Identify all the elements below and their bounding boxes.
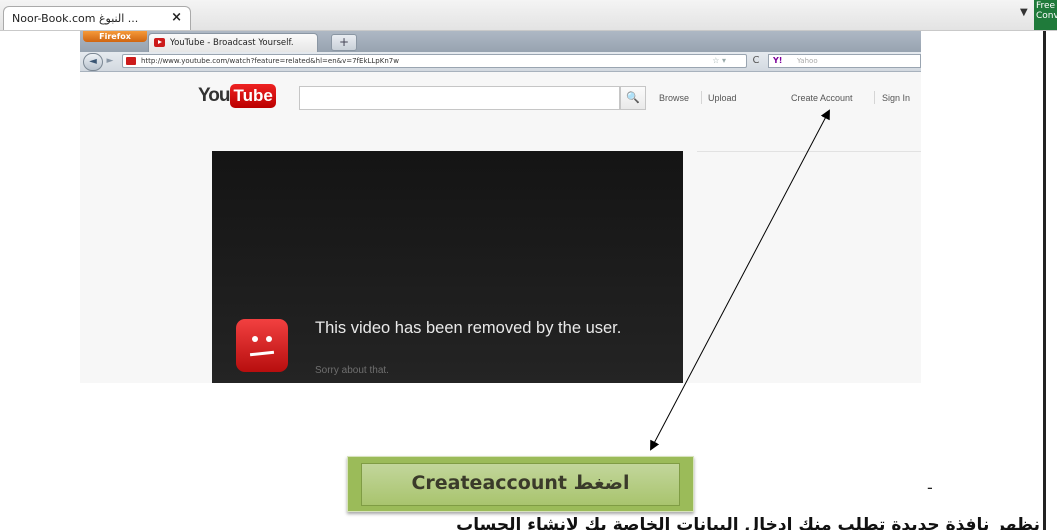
youtube-logo-you: You xyxy=(198,85,231,106)
youtube-logo-tube: Tube xyxy=(230,84,276,108)
address-url: http://www.youtube.com/watch?feature=rel… xyxy=(141,57,399,65)
list-dash: - xyxy=(927,478,933,497)
search-placeholder: Yahoo xyxy=(797,57,818,65)
video-player[interactable]: This video has been removed by the user.… xyxy=(212,151,683,383)
instruction-callout-inner: اضغط Createaccount xyxy=(361,463,680,506)
video-removed-subtext: Sorry about that. xyxy=(315,365,389,376)
forward-button[interactable]: ► xyxy=(103,55,117,67)
address-bar[interactable]: http://www.youtube.com/watch?feature=rel… xyxy=(122,54,747,68)
viewer-tab-title: Noor-Book.com النبوغ ... xyxy=(12,12,139,25)
viewer-tab-bar: Noor-Book.com النبوغ ... × ▼ Free P Conv… xyxy=(0,0,1057,31)
nav-divider xyxy=(701,91,702,104)
firefox-nav-bar: ◄ ► http://www.youtube.com/watch?feature… xyxy=(80,52,921,72)
tab-list-dropdown-icon[interactable]: ▼ xyxy=(1020,7,1028,18)
sad-face-mouth xyxy=(249,350,275,357)
firefox-menu-button[interactable]: Firefox xyxy=(83,31,147,42)
youtube-favicon-icon xyxy=(154,38,165,47)
instruction-callout: اضغط Createaccount xyxy=(347,456,694,512)
close-icon[interactable]: × xyxy=(171,10,182,25)
youtube-search-input[interactable] xyxy=(299,86,620,110)
youtube-favicon-icon xyxy=(126,57,136,65)
instruction-callout-text: اضغط Createaccount xyxy=(411,472,630,494)
yahoo-logo-icon: Y! xyxy=(773,56,783,65)
sidebar-rule xyxy=(697,151,921,152)
sad-face-eye xyxy=(252,336,258,342)
video-removed-message: This video has been removed by the user. xyxy=(315,319,622,337)
search-engine-box[interactable]: Y! Yahoo xyxy=(768,54,921,68)
instruction-paragraph: نظهر نافذة جديدة تطلب منك ادخال البيانات… xyxy=(456,515,1040,530)
sad-face-icon xyxy=(236,319,288,372)
browse-link[interactable]: Browse xyxy=(659,93,689,103)
bookmark-star-icon[interactable]: ☆ ▾ xyxy=(712,55,726,67)
embedded-browser-screenshot: Firefox YouTube - Broadcast Yourself. + … xyxy=(80,31,921,383)
search-icon[interactable]: 🔍 xyxy=(620,86,646,110)
sign-in-link[interactable]: Sign In xyxy=(882,93,910,103)
viewer-tab[interactable]: Noor-Book.com النبوغ ... × xyxy=(3,6,191,30)
youtube-page: You Tube 🔍 Browse Upload Create Account S… xyxy=(80,72,921,383)
youtube-logo[interactable]: You Tube xyxy=(198,84,276,108)
reload-icon[interactable]: C xyxy=(750,55,762,67)
new-tab-button[interactable]: + xyxy=(331,34,357,51)
browser-tab-title: YouTube - Broadcast Yourself. xyxy=(170,38,294,48)
page-edge-divider xyxy=(1043,31,1046,530)
sad-face-eye xyxy=(266,336,272,342)
browser-tab-youtube[interactable]: YouTube - Broadcast Yourself. xyxy=(148,33,318,52)
back-button[interactable]: ◄ xyxy=(83,53,103,71)
create-account-link[interactable]: Create Account xyxy=(791,93,853,103)
free-pdf-convert-badge[interactable]: Free P Conve xyxy=(1034,0,1057,30)
firefox-tab-bar: Firefox YouTube - Broadcast Yourself. + xyxy=(80,31,921,52)
upload-link[interactable]: Upload xyxy=(708,93,737,103)
nav-divider xyxy=(874,91,875,104)
